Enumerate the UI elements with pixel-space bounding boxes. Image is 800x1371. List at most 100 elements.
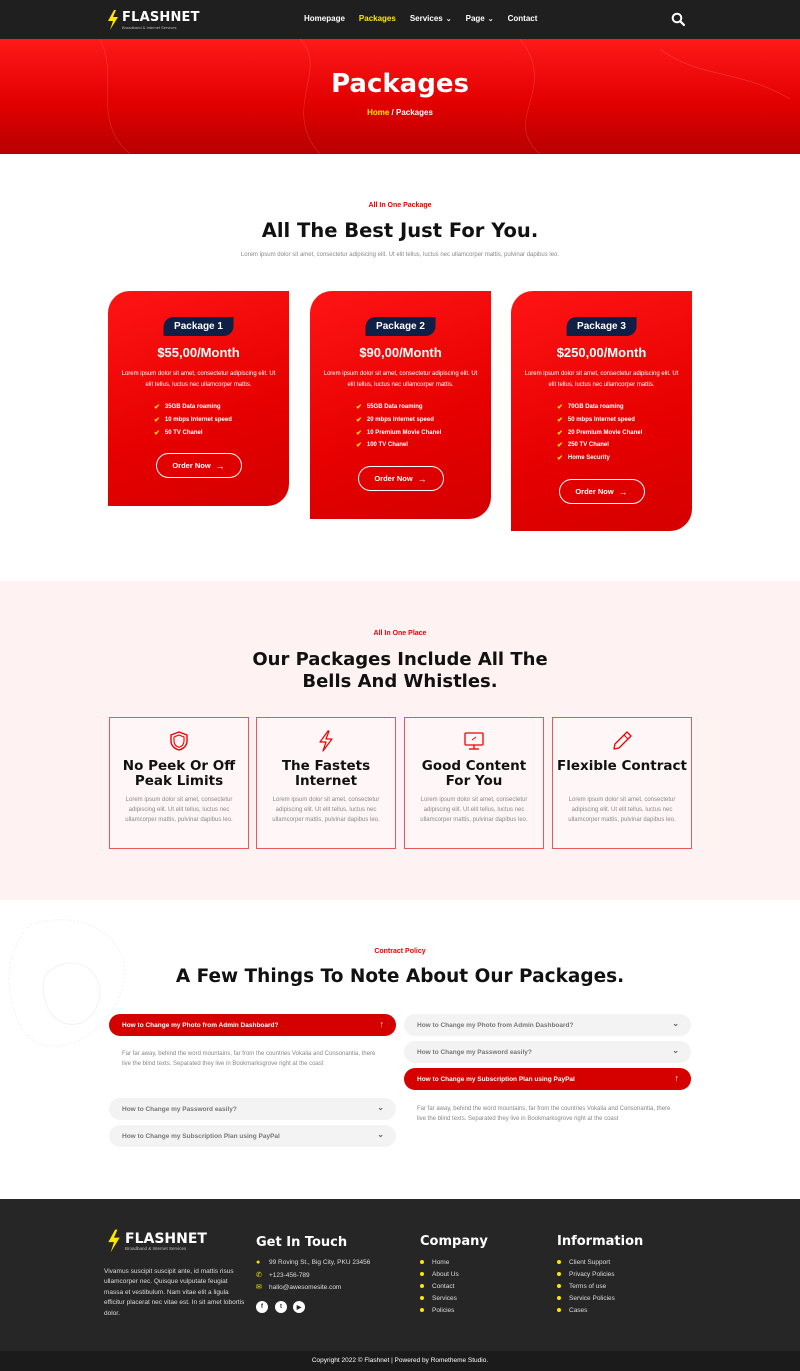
faq-answer: Far far away, behind the word mountains,… bbox=[122, 1051, 376, 1067]
footer-logo[interactable]: FLASHNET Broadband & Internet Services bbox=[106, 1229, 207, 1253]
order-now-button[interactable]: Order Now → bbox=[558, 479, 645, 504]
feature-box: The Fastets Internet Lorem ipsum dolor s… bbox=[256, 717, 396, 849]
order-now-button[interactable]: Order Now → bbox=[357, 466, 444, 491]
breadcrumb-home[interactable]: Home bbox=[367, 108, 389, 117]
nav-contact[interactable]: Contact bbox=[508, 14, 538, 23]
check-icon: ✔ bbox=[557, 455, 563, 463]
faq-question[interactable]: How to Change my Photo from Admin Dashbo… bbox=[404, 1014, 691, 1036]
bullet-icon bbox=[420, 1308, 424, 1312]
check-icon: ✔ bbox=[557, 429, 563, 437]
check-icon: ✔ bbox=[356, 417, 362, 425]
footer-link[interactable]: Cases bbox=[557, 1304, 615, 1316]
feature-label: 50 mbps Internet speed bbox=[567, 417, 635, 424]
package-name: Package 2 bbox=[365, 317, 436, 336]
site-footer: FLASHNET Broadband & Internet Services V… bbox=[0, 1199, 800, 1351]
nav-homepage[interactable]: Homepage bbox=[304, 14, 345, 23]
faq-question-open[interactable]: How to Change my Subscription Plan using… bbox=[404, 1068, 691, 1090]
lightning-logo-icon bbox=[108, 9, 118, 30]
bullet-icon bbox=[557, 1272, 561, 1276]
footer-about: Vivamus suscipit suscipit ante, id matti… bbox=[104, 1268, 245, 1317]
feature-box: Good Content For You Lorem ipsum dolor s… bbox=[404, 717, 544, 849]
arrow-right-icon: → bbox=[417, 473, 427, 484]
footer-link[interactable]: Client Support bbox=[557, 1256, 615, 1268]
footer-address: ● 99 Roving St., Big City, PKU 23456 bbox=[256, 1259, 370, 1266]
chevron-down-icon: ⌄ bbox=[672, 1019, 679, 1028]
footer-link[interactable]: Contact bbox=[420, 1280, 459, 1292]
bullet-icon bbox=[557, 1260, 561, 1264]
faq-question[interactable]: How to Change my Password easily? ⌄ bbox=[109, 1098, 396, 1120]
monitor-icon bbox=[464, 732, 484, 750]
faq-question-label: How to Change my Subscription Plan using… bbox=[417, 1075, 575, 1083]
button-label: Order Now bbox=[575, 487, 614, 496]
list-item: ✔ 250 TV Chanel bbox=[557, 439, 642, 452]
footer-link[interactable]: Service Policies bbox=[557, 1292, 615, 1304]
package-desc: Lorem ipsum dolor sit amet, consectetur … bbox=[323, 371, 478, 388]
address-text: 99 Roving St., Big City, PKU 23456 bbox=[269, 1259, 371, 1266]
order-now-button[interactable]: Order Now → bbox=[155, 453, 242, 478]
chevron-down-icon: ⌄ bbox=[377, 1130, 384, 1139]
brand-logo[interactable]: FLASHNET Broadband & Internet Services bbox=[106, 9, 200, 30]
twitter-icon[interactable]: t bbox=[275, 1301, 287, 1313]
features-kicker: All In One Place bbox=[373, 630, 427, 637]
footer-info-title: Information bbox=[557, 1234, 644, 1249]
feature-title: The Fastets Internet bbox=[281, 758, 371, 789]
footer-link[interactable]: Home bbox=[420, 1256, 459, 1268]
bullet-icon bbox=[557, 1296, 561, 1300]
list-item: ✔ 50 mbps Internet speed bbox=[557, 414, 642, 427]
link-label: Cases bbox=[569, 1306, 588, 1314]
link-label: Client Support bbox=[569, 1258, 611, 1266]
package-price: $55,00/Month bbox=[157, 345, 240, 360]
check-icon: ✔ bbox=[557, 404, 563, 412]
list-item: ✔ 35GB Data roaming bbox=[154, 401, 232, 414]
brand-name: FLASHNET bbox=[125, 1230, 207, 1247]
package-card-1: Package 1 $55,00/Month Lorem ipsum dolor… bbox=[108, 291, 289, 506]
footer-phone[interactable]: ✆ +123-456-789 bbox=[256, 1271, 310, 1280]
footer-contact-title: Get In Touch bbox=[256, 1235, 348, 1250]
feature-label: 35GB Data roaming bbox=[164, 404, 221, 411]
footer-email[interactable]: ✉ hallo@awesomesite.com bbox=[256, 1283, 341, 1292]
feature-list: ✔ 70GB Data roaming ✔ 50 mbps Internet spe… bbox=[557, 401, 642, 464]
check-icon: ✔ bbox=[356, 404, 362, 412]
search-icon[interactable] bbox=[671, 12, 685, 26]
faq-question-open[interactable]: How to Change my Photo from Admin Dashbo… bbox=[109, 1014, 396, 1036]
copyright-bar: Copyright 2022 © Flashnet | Powered by R… bbox=[0, 1351, 800, 1371]
footer-link[interactable]: Services bbox=[420, 1292, 459, 1304]
feature-box: Flexible Contract Lorem ipsum dolor sit … bbox=[552, 717, 692, 849]
faq-question[interactable]: How to Change my Subscription Plan using… bbox=[109, 1125, 396, 1147]
faq-question-label: How to Change my Photo from Admin Dashbo… bbox=[122, 1021, 279, 1029]
package-price: $90,00/Month bbox=[359, 345, 442, 360]
nav-label: Homepage bbox=[304, 14, 345, 23]
package-card-3: Package 3 $250,00/Month Lorem ipsum dolo… bbox=[511, 291, 692, 531]
list-item: ✔ 10 Premium Movie Chanel bbox=[356, 426, 441, 439]
nav-services[interactable]: Services ⌄ bbox=[410, 14, 452, 23]
footer-info-links: Client Support Privacy Policies Terms of… bbox=[557, 1256, 615, 1316]
youtube-icon[interactable]: ▶ bbox=[293, 1301, 305, 1313]
package-card-2: Package 2 $90,00/Month Lorem ipsum dolor… bbox=[310, 291, 491, 519]
bullet-icon bbox=[557, 1284, 561, 1288]
check-icon: ✔ bbox=[356, 429, 362, 437]
check-icon: ✔ bbox=[154, 429, 160, 437]
link-label: Service Policies bbox=[569, 1294, 615, 1302]
faq-question[interactable]: How to Change my Password easily? ⌄ bbox=[404, 1041, 691, 1063]
list-item: ✔ Home Security bbox=[557, 452, 642, 465]
nav-label: Services bbox=[409, 14, 443, 23]
facebook-icon[interactable]: f bbox=[256, 1301, 268, 1313]
feature-label: 100 TV Chanel bbox=[366, 442, 408, 449]
footer-link[interactable]: About Us bbox=[420, 1268, 459, 1280]
breadcrumb-separator: / bbox=[389, 108, 396, 117]
link-label: Services bbox=[432, 1294, 457, 1302]
faq-answer: Far far away, behind the word mountains,… bbox=[417, 1106, 671, 1122]
footer-link[interactable]: Privacy Policies bbox=[557, 1268, 615, 1280]
brand-tagline: Broadband & Internet Services bbox=[122, 25, 177, 30]
nav-packages[interactable]: Packages bbox=[359, 14, 396, 23]
list-item: ✔ 20 Premium Movie Chanel bbox=[557, 426, 642, 439]
nav-page[interactable]: Page ⌄ bbox=[466, 14, 494, 23]
breadcrumb-current: Packages bbox=[395, 108, 433, 117]
check-icon: ✔ bbox=[557, 442, 563, 450]
feature-title: Flexible Contract bbox=[557, 758, 687, 774]
package-desc: Lorem ipsum dolor sit amet, consectetur … bbox=[524, 371, 679, 388]
footer-link[interactable]: Terms of use bbox=[557, 1280, 615, 1292]
link-label: Home bbox=[432, 1258, 450, 1266]
footer-link[interactable]: Policies bbox=[420, 1304, 459, 1316]
faq-title: A Few Things To Note About Our Packages. bbox=[175, 966, 625, 987]
